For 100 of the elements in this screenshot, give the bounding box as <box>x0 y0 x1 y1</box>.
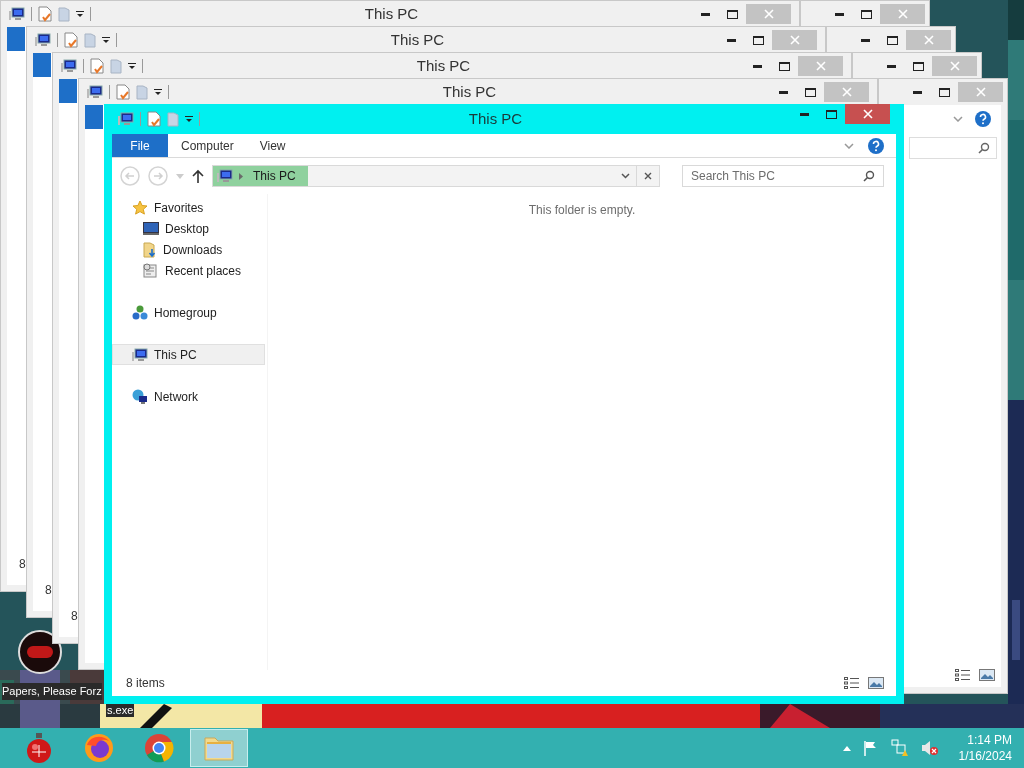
status-text: 8 items <box>126 675 165 692</box>
computer-icon <box>217 169 233 183</box>
close-icon <box>841 87 852 97</box>
search-field[interactable] <box>909 137 997 159</box>
nav-item[interactable]: Recent places <box>112 260 265 281</box>
properties-icon[interactable] <box>64 32 78 48</box>
downloads-folder-icon <box>143 241 157 258</box>
up-arrow-icon[interactable] <box>192 169 204 183</box>
address-bar[interactable]: This PC <box>212 165 660 187</box>
show-hidden-icons-icon[interactable] <box>842 745 851 751</box>
close-icon[interactable] <box>644 172 652 180</box>
properties-icon[interactable] <box>38 6 52 22</box>
help-icon[interactable] <box>868 137 884 154</box>
recent-places-icon <box>143 262 159 279</box>
close-button[interactable] <box>845 104 890 124</box>
ornament-icon <box>24 732 54 764</box>
recent-locations-icon[interactable] <box>176 173 184 179</box>
muted-speaker-icon[interactable] <box>920 740 939 756</box>
close-icon <box>949 61 960 71</box>
maximize-icon[interactable] <box>805 87 816 97</box>
dropdown-icon[interactable] <box>621 173 630 179</box>
maximize-icon[interactable] <box>779 61 790 71</box>
new-folder-icon[interactable] <box>136 84 148 100</box>
new-folder-icon[interactable] <box>110 58 122 74</box>
minimize-icon[interactable] <box>753 64 762 68</box>
flag-icon[interactable] <box>862 740 879 756</box>
computer-icon <box>87 85 103 99</box>
status-text: 8 <box>71 608 79 625</box>
large-icons-view-icon[interactable] <box>979 669 995 681</box>
caret-icon <box>239 172 243 180</box>
minimize-icon[interactable] <box>861 38 870 42</box>
computer-icon <box>132 347 148 362</box>
minimize-icon[interactable] <box>779 90 788 94</box>
search-input[interactable]: Search This PC <box>691 167 863 185</box>
minimize-icon[interactable] <box>800 112 809 116</box>
computer-icon <box>118 112 134 126</box>
minimize-icon[interactable] <box>835 12 844 16</box>
status-text: 8 <box>45 582 53 599</box>
details-view-icon[interactable] <box>844 677 860 689</box>
minimize-icon[interactable] <box>701 12 710 16</box>
window-title: This PC <box>468 108 523 129</box>
nav-item[interactable]: This PC <box>112 344 265 365</box>
close-icon <box>763 9 774 19</box>
maximize-icon[interactable] <box>939 87 950 97</box>
computer-icon <box>61 59 77 73</box>
maximize-icon[interactable] <box>887 35 898 45</box>
ribbon-tab[interactable]: View <box>246 134 299 157</box>
star-icon <box>132 199 148 216</box>
properties-icon[interactable] <box>90 58 104 74</box>
chevron-down-icon[interactable] <box>953 116 963 122</box>
taskbar-button[interactable] <box>190 729 248 767</box>
minimize-icon[interactable] <box>913 90 922 94</box>
customize-dropdown-icon[interactable] <box>102 36 110 44</box>
nav-item[interactable]: Downloads <box>112 239 265 260</box>
search-field[interactable]: Search This PC <box>682 165 884 187</box>
homegroup-icon <box>132 304 148 321</box>
customize-dropdown-icon[interactable] <box>76 10 84 18</box>
search-icon <box>978 142 990 154</box>
nav-item[interactable]: Network <box>112 386 265 407</box>
customize-dropdown-icon[interactable] <box>128 62 136 70</box>
shortcut-label[interactable]: s.exe <box>106 704 135 717</box>
maximize-icon[interactable] <box>753 35 764 45</box>
chrome-icon <box>144 733 174 763</box>
close-icon <box>897 9 908 19</box>
breadcrumb[interactable]: This PC <box>213 166 308 186</box>
file-menu-tab[interactable]: File <box>112 134 168 157</box>
window-title: This PC <box>390 29 445 50</box>
empty-folder-message: This folder is empty. <box>528 202 636 219</box>
close-icon <box>923 35 934 45</box>
maximize-icon[interactable] <box>913 61 924 71</box>
chevron-down-icon[interactable] <box>844 142 854 149</box>
ribbon-tab[interactable]: Computer <box>168 134 247 157</box>
network-warning-icon[interactable] <box>890 739 909 757</box>
properties-icon[interactable] <box>147 111 161 127</box>
window-title: This PC <box>364 3 419 24</box>
large-icons-view-icon[interactable] <box>868 677 884 689</box>
details-view-icon[interactable] <box>955 669 971 681</box>
new-folder-icon[interactable] <box>84 32 96 48</box>
new-folder-icon[interactable] <box>58 6 70 22</box>
computer-icon <box>9 7 25 21</box>
help-icon[interactable] <box>975 111 991 127</box>
nav-item[interactable]: Desktop <box>112 218 265 239</box>
customize-dropdown-icon[interactable] <box>185 115 193 123</box>
computer-icon <box>35 33 51 47</box>
browser-icon <box>84 733 114 763</box>
minimize-icon[interactable] <box>887 64 896 68</box>
close-icon <box>862 109 873 119</box>
close-icon <box>815 61 826 71</box>
maximize-icon[interactable] <box>727 9 738 19</box>
properties-icon[interactable] <box>116 84 130 100</box>
nav-item[interactable]: Homegroup <box>112 302 265 323</box>
folder-icon <box>203 734 235 762</box>
network-icon <box>132 388 148 405</box>
minimize-icon[interactable] <box>727 38 736 42</box>
maximize-icon[interactable] <box>826 109 837 119</box>
search-icon <box>863 170 875 182</box>
customize-dropdown-icon[interactable] <box>154 88 162 96</box>
maximize-icon[interactable] <box>861 9 872 19</box>
clock-time: 1:14 PM <box>967 732 1012 748</box>
nav-item[interactable]: Favorites <box>112 197 265 218</box>
